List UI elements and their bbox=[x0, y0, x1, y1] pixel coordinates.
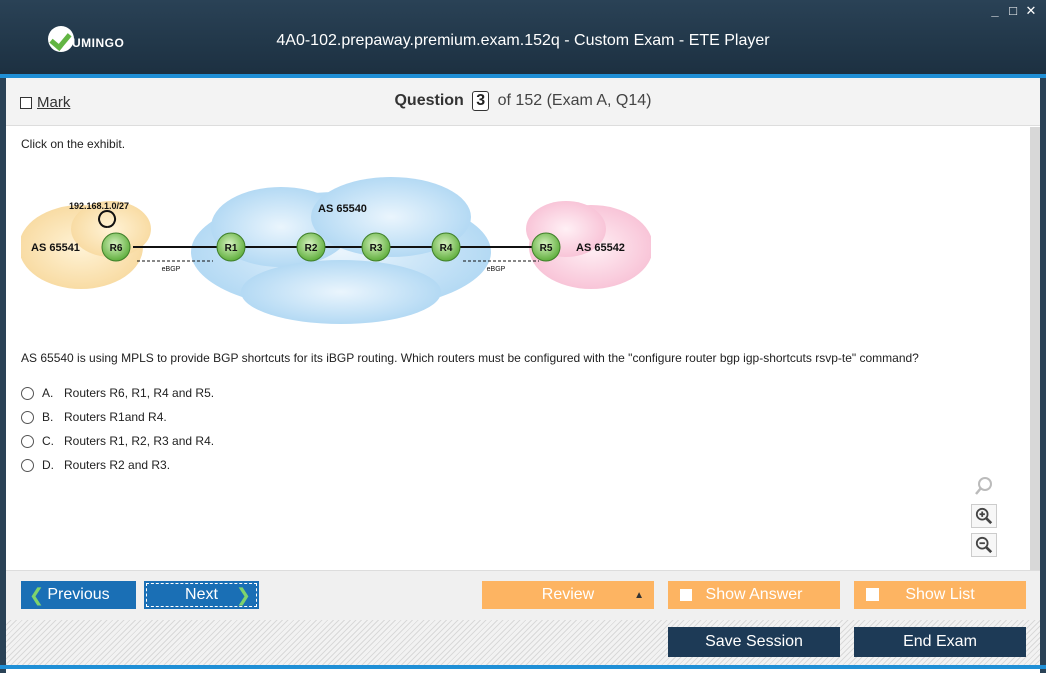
show-answer-checkbox[interactable] bbox=[680, 589, 692, 601]
option-a-radio[interactable] bbox=[21, 386, 34, 400]
zoom-in-icon[interactable] bbox=[971, 504, 997, 528]
close-icon[interactable]: ✕ bbox=[1024, 3, 1038, 19]
option-b-radio[interactable] bbox=[21, 410, 34, 424]
router-label-r2: R2 bbox=[305, 243, 318, 254]
as-65540-label: AS 65540 bbox=[318, 203, 367, 215]
show-list-label: Show List bbox=[905, 586, 975, 603]
ebgp-right-label: eBGP bbox=[487, 266, 506, 273]
list-icon bbox=[866, 588, 879, 601]
router-label-r1: R1 bbox=[225, 243, 238, 254]
footer-bar: Save Session End Exam bbox=[6, 620, 1040, 665]
router-label-r3: R3 bbox=[370, 243, 383, 254]
navigation-bar: ❮ Previous Next ❯ Review ▲ Show Answer S… bbox=[6, 570, 1040, 620]
save-session-button[interactable]: Save Session bbox=[668, 627, 840, 657]
question-number-input[interactable]: 3 bbox=[472, 91, 490, 111]
option-letter: C. bbox=[42, 434, 54, 448]
review-label: Review bbox=[541, 586, 595, 603]
content-scrollbar[interactable] bbox=[1030, 127, 1040, 570]
router-label-r6: R6 bbox=[110, 243, 123, 254]
chevron-right-icon: ❯ bbox=[235, 584, 251, 605]
show-answer-label: Show Answer bbox=[705, 586, 803, 603]
option-d[interactable]: D. Routers R2 and R3. bbox=[21, 453, 214, 477]
option-text: Routers R1and R4. bbox=[64, 410, 167, 424]
zoom-icon[interactable] bbox=[971, 474, 997, 498]
option-letter: D. bbox=[42, 458, 54, 472]
question-text: AS 65540 is using MPLS to provide BGP sh… bbox=[21, 351, 919, 365]
question-bar: Mark Question 3 of 152 (Exam A, Q14) bbox=[6, 78, 1040, 126]
end-exam-label: End Exam bbox=[903, 633, 977, 650]
question-prompt: Click on the exhibit. bbox=[21, 137, 126, 151]
minimize-icon[interactable]: _ bbox=[988, 3, 1002, 19]
option-c[interactable]: C. Routers R1, R2, R3 and R4. bbox=[21, 429, 214, 453]
option-b[interactable]: B. Routers R1and R4. bbox=[21, 405, 214, 429]
review-button[interactable]: Review ▲ bbox=[482, 581, 654, 609]
next-label: Next bbox=[185, 586, 218, 603]
answer-options: A. Routers R6, R1, R4 and R5. B. Routers… bbox=[21, 381, 214, 477]
question-counter: Question 3 of 152 (Exam A, Q14) bbox=[6, 91, 1040, 111]
window-title: 4A0-102.prepaway.premium.exam.152q - Cus… bbox=[276, 32, 770, 49]
question-content: Click on the exhibit. R6 R1 R2 R3 R4 R5 … bbox=[6, 127, 1028, 570]
option-letter: A. bbox=[42, 386, 54, 400]
option-d-radio[interactable] bbox=[21, 458, 34, 472]
previous-button[interactable]: ❮ Previous bbox=[21, 581, 136, 609]
window-controls: _ □ ✕ bbox=[988, 3, 1038, 19]
network-exhibit-image[interactable]: R6 R1 R2 R3 R4 R5 AS 65541 AS 65540 AS 6… bbox=[21, 167, 651, 327]
end-exam-button[interactable]: End Exam bbox=[854, 627, 1026, 657]
chevron-left-icon: ❮ bbox=[29, 584, 45, 605]
bottom-accent-line bbox=[0, 665, 1046, 669]
maximize-icon[interactable]: □ bbox=[1006, 3, 1020, 19]
question-label: Question bbox=[394, 92, 464, 109]
next-button[interactable]: Next ❯ bbox=[144, 581, 259, 609]
zoom-out-icon[interactable] bbox=[971, 533, 997, 557]
option-text: Routers R2 and R3. bbox=[64, 458, 171, 472]
previous-label: Previous bbox=[47, 586, 110, 603]
as-65542-label: AS 65542 bbox=[576, 242, 625, 254]
router-label-r5: R5 bbox=[540, 243, 553, 254]
save-session-label: Save Session bbox=[705, 633, 803, 650]
window-border-right bbox=[1040, 78, 1046, 673]
option-text: Routers R1, R2, R3 and R4. bbox=[64, 434, 215, 448]
triangle-up-icon: ▲ bbox=[634, 589, 644, 601]
option-letter: B. bbox=[42, 410, 54, 424]
ebgp-left-label: eBGP bbox=[162, 266, 181, 273]
option-a[interactable]: A. Routers R6, R1, R4 and R5. bbox=[21, 381, 214, 405]
show-answer-button[interactable]: Show Answer bbox=[668, 581, 840, 609]
option-c-radio[interactable] bbox=[21, 434, 34, 448]
router-label-r4: R4 bbox=[440, 243, 453, 254]
title-bar: UMINGO 4A0-102.prepaway.premium.exam.152… bbox=[0, 0, 1046, 78]
show-list-button[interactable]: Show List bbox=[854, 581, 1026, 609]
option-text: Routers R6, R1, R4 and R5. bbox=[64, 386, 215, 400]
prefix-label: 192.168.1.0/27 bbox=[69, 201, 129, 211]
as-65541-label: AS 65541 bbox=[31, 242, 80, 254]
question-of-label: of 152 (Exam A, Q14) bbox=[497, 92, 652, 109]
